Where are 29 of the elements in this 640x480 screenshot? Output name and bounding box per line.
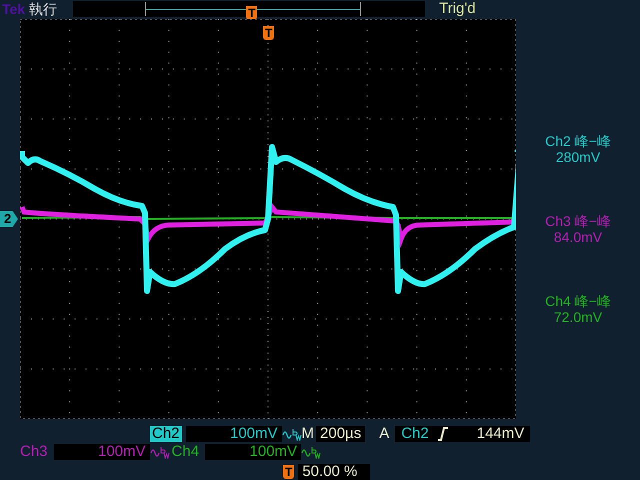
bandwidth-limit-icon [301, 445, 322, 459]
channel-scale: 100mV [186, 426, 282, 442]
trigger-marker: T [263, 26, 274, 40]
bandwidth-limit-icon [150, 445, 170, 459]
rising-slope-icon [436, 427, 449, 441]
measurement-label: Ch3 峰−峰 [545, 213, 611, 229]
measurement-label: Ch4 峰−峰 [545, 293, 611, 309]
channel-label[interactable]: Ch3 [18, 444, 50, 460]
horizontal-position-marker: T [283, 465, 294, 479]
measurement-label: Ch2 峰−峰 [545, 133, 611, 149]
measurement-value: 280mV [556, 149, 600, 165]
trigger-level: 144mV [476, 426, 524, 442]
brand-logo: Tek [2, 0, 26, 18]
trigger-source: Ch2 [401, 426, 429, 442]
channel-label[interactable]: Ch4 [170, 444, 202, 460]
run-status: 執行 [29, 0, 58, 18]
channel-scale: 100mV [54, 444, 150, 460]
trigger-position-marker: T [246, 6, 258, 20]
horizontal-position-value: 50.00 % [298, 464, 370, 480]
trigger-status: Trig'd [439, 0, 476, 19]
channel-label[interactable]: Ch2 [150, 426, 182, 442]
timebase-value: 200µs [316, 426, 366, 442]
measurement-value: 72.0mV [554, 309, 602, 325]
timebase-label: M [302, 426, 314, 442]
channel-ground-marker: 2 [0, 211, 18, 227]
channel-scale: 100mV [205, 444, 302, 460]
bandwidth-limit-icon [282, 427, 302, 441]
measurement-value: 84.0mV [554, 229, 602, 245]
trigger-mode-label: A [379, 426, 390, 442]
